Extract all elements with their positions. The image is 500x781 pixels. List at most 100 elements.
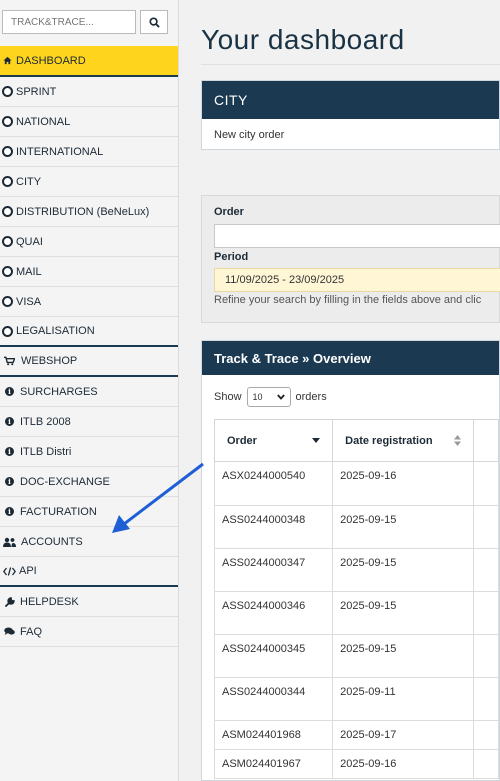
registration-date: 2025-09-15	[332, 548, 474, 592]
column-header-label: Order	[227, 434, 257, 447]
sidebar-item-national[interactable]: NATIONAL	[0, 107, 178, 137]
sidebar-item-helpdesk[interactable]: HELPDESK	[0, 587, 178, 617]
order-number: ASS0244000345	[213, 634, 334, 678]
sidebar-item-distribution[interactable]: DISTRIBUTION (BeNeLux)	[0, 197, 178, 227]
sidebar-item-mail[interactable]: MAIL	[0, 257, 178, 287]
table-cell	[472, 749, 499, 779]
sidebar-item-legalisation[interactable]: LEGALISATION	[0, 317, 178, 347]
sidebar-item-visa[interactable]: VISA	[0, 287, 178, 317]
orders-label: orders	[295, 391, 327, 403]
table-row[interactable]: ASM024401967 2025-09-16	[213, 749, 499, 779]
sidebar-item-label: API	[19, 565, 37, 577]
sort-icon	[453, 435, 461, 446]
sidebar-item-label: ITLB 2008	[20, 415, 71, 428]
column-header-date-registration[interactable]: Date registration	[332, 419, 474, 462]
ring-icon	[2, 86, 13, 97]
sidebar-item-label: FACTURATION	[20, 505, 97, 518]
sidebar-item-itlb-2008[interactable]: i ITLB 2008	[0, 407, 178, 437]
registration-date: 2025-09-11	[332, 677, 474, 721]
table-row[interactable]: ASS0244000344 2025-09-11	[213, 677, 499, 721]
order-number: ASM024401967	[213, 749, 334, 779]
cart-icon	[4, 356, 15, 367]
sidebar-menu: DASHBOARD SPRINT NATIONAL INTERNATIONAL …	[0, 46, 178, 647]
wrench-icon	[4, 596, 15, 607]
order-number: ASS0244000347	[213, 548, 334, 592]
sidebar-item-label: ITLB Distri	[20, 445, 72, 458]
sidebar-item-label: QUAI	[16, 235, 43, 248]
sidebar-item-label: DISTRIBUTION (BeNeLux)	[16, 205, 150, 218]
sidebar-item-accounts[interactable]: ACCOUNTS	[0, 527, 178, 557]
orders-table: Order Date registration ASX0244000540 20…	[213, 419, 499, 779]
sidebar-item-sprint[interactable]: SPRINT	[0, 77, 178, 107]
sidebar-item-surcharges[interactable]: i SURCHARGES	[0, 377, 178, 407]
table-row[interactable]: ASS0244000347 2025-09-15	[213, 548, 499, 592]
ring-icon	[2, 236, 13, 247]
table-row[interactable]: ASS0244000348 2025-09-15	[213, 505, 499, 549]
title-divider	[201, 64, 500, 65]
sidebar-item-quai[interactable]: QUAI	[0, 227, 178, 257]
table-row[interactable]: ASX0244000540 2025-09-16	[213, 461, 499, 506]
order-number: ASM024401968	[213, 720, 334, 750]
page-size-value: 10	[252, 392, 263, 402]
registration-date: 2025-09-15	[332, 591, 474, 635]
sidebar-item-label: VISA	[16, 295, 42, 308]
table-row[interactable]: ASS0244000346 2025-09-15	[213, 591, 499, 635]
ring-icon	[2, 296, 13, 307]
code-icon	[3, 566, 16, 577]
info-icon: i	[4, 446, 15, 457]
city-panel: CITY New city order	[201, 80, 500, 150]
column-header-label: Date registration	[345, 434, 433, 447]
info-icon: i	[4, 386, 15, 397]
column-header-more[interactable]	[472, 419, 499, 462]
page-size-control: Show 10 orders	[214, 387, 327, 407]
registration-date: 2025-09-17	[332, 720, 474, 750]
sidebar-item-city[interactable]: CITY	[0, 167, 178, 197]
track-trace-search	[2, 10, 168, 34]
table-row[interactable]: ASS0244000345 2025-09-15	[213, 634, 499, 678]
order-label: Order	[214, 206, 244, 218]
period-input[interactable]: 11/09/2025 - 23/09/2025	[214, 268, 500, 292]
sidebar-item-label: LEGALISATION	[16, 325, 95, 337]
sidebar-item-label: CITY	[16, 175, 42, 188]
sidebar-item-dashboard[interactable]: DASHBOARD	[0, 46, 178, 77]
ring-icon	[2, 325, 13, 337]
users-icon	[3, 536, 16, 547]
sidebar-item-facturation[interactable]: i FACTURATION	[0, 497, 178, 527]
new-city-order-link[interactable]: New city order	[202, 119, 499, 151]
sidebar-item-label: NATIONAL	[16, 115, 71, 128]
sidebar-item-international[interactable]: INTERNATIONAL	[0, 137, 178, 167]
table-row[interactable]: ASM024401968 2025-09-17	[213, 720, 499, 750]
comments-icon	[4, 626, 15, 637]
table-cell	[472, 634, 499, 678]
period-label: Period	[214, 251, 249, 263]
info-icon: i	[4, 476, 15, 487]
city-panel-header: CITY	[202, 81, 499, 119]
registration-date: 2025-09-16	[332, 749, 474, 779]
sidebar-item-label: SPRINT	[16, 85, 57, 98]
sidebar-item-label: WEBSHOP	[21, 355, 78, 367]
order-number: ASS0244000344	[213, 677, 334, 721]
order-number: ASS0244000348	[213, 505, 334, 549]
track-trace-search-input[interactable]	[2, 10, 136, 34]
sidebar-item-webshop[interactable]: WEBSHOP	[0, 347, 178, 377]
table-cell	[472, 677, 499, 721]
sidebar-item-label: FAQ	[20, 625, 43, 638]
sidebar-item-api[interactable]: API	[0, 557, 178, 587]
column-header-order[interactable]: Order	[213, 419, 334, 462]
sidebar-item-itlb-distri[interactable]: i ITLB Distri	[0, 437, 178, 467]
sidebar-item-doc-exchange[interactable]: i DOC-EXCHANGE	[0, 467, 178, 497]
sidebar-item-label: INTERNATIONAL	[16, 145, 104, 158]
sort-desc-icon	[312, 438, 321, 443]
sidebar-item-label: MAIL	[16, 265, 42, 278]
page-size-select[interactable]: 10	[246, 387, 291, 407]
table-cell	[472, 548, 499, 592]
sidebar-item-label: ACCOUNTS	[21, 535, 83, 548]
search-button[interactable]	[140, 10, 168, 34]
table-cell	[472, 591, 499, 635]
ring-icon	[2, 206, 13, 217]
order-input[interactable]	[214, 224, 500, 248]
show-label: Show	[214, 391, 242, 403]
sidebar-item-faq[interactable]: FAQ	[0, 617, 178, 647]
ring-icon	[2, 266, 13, 277]
ring-icon	[2, 146, 13, 157]
